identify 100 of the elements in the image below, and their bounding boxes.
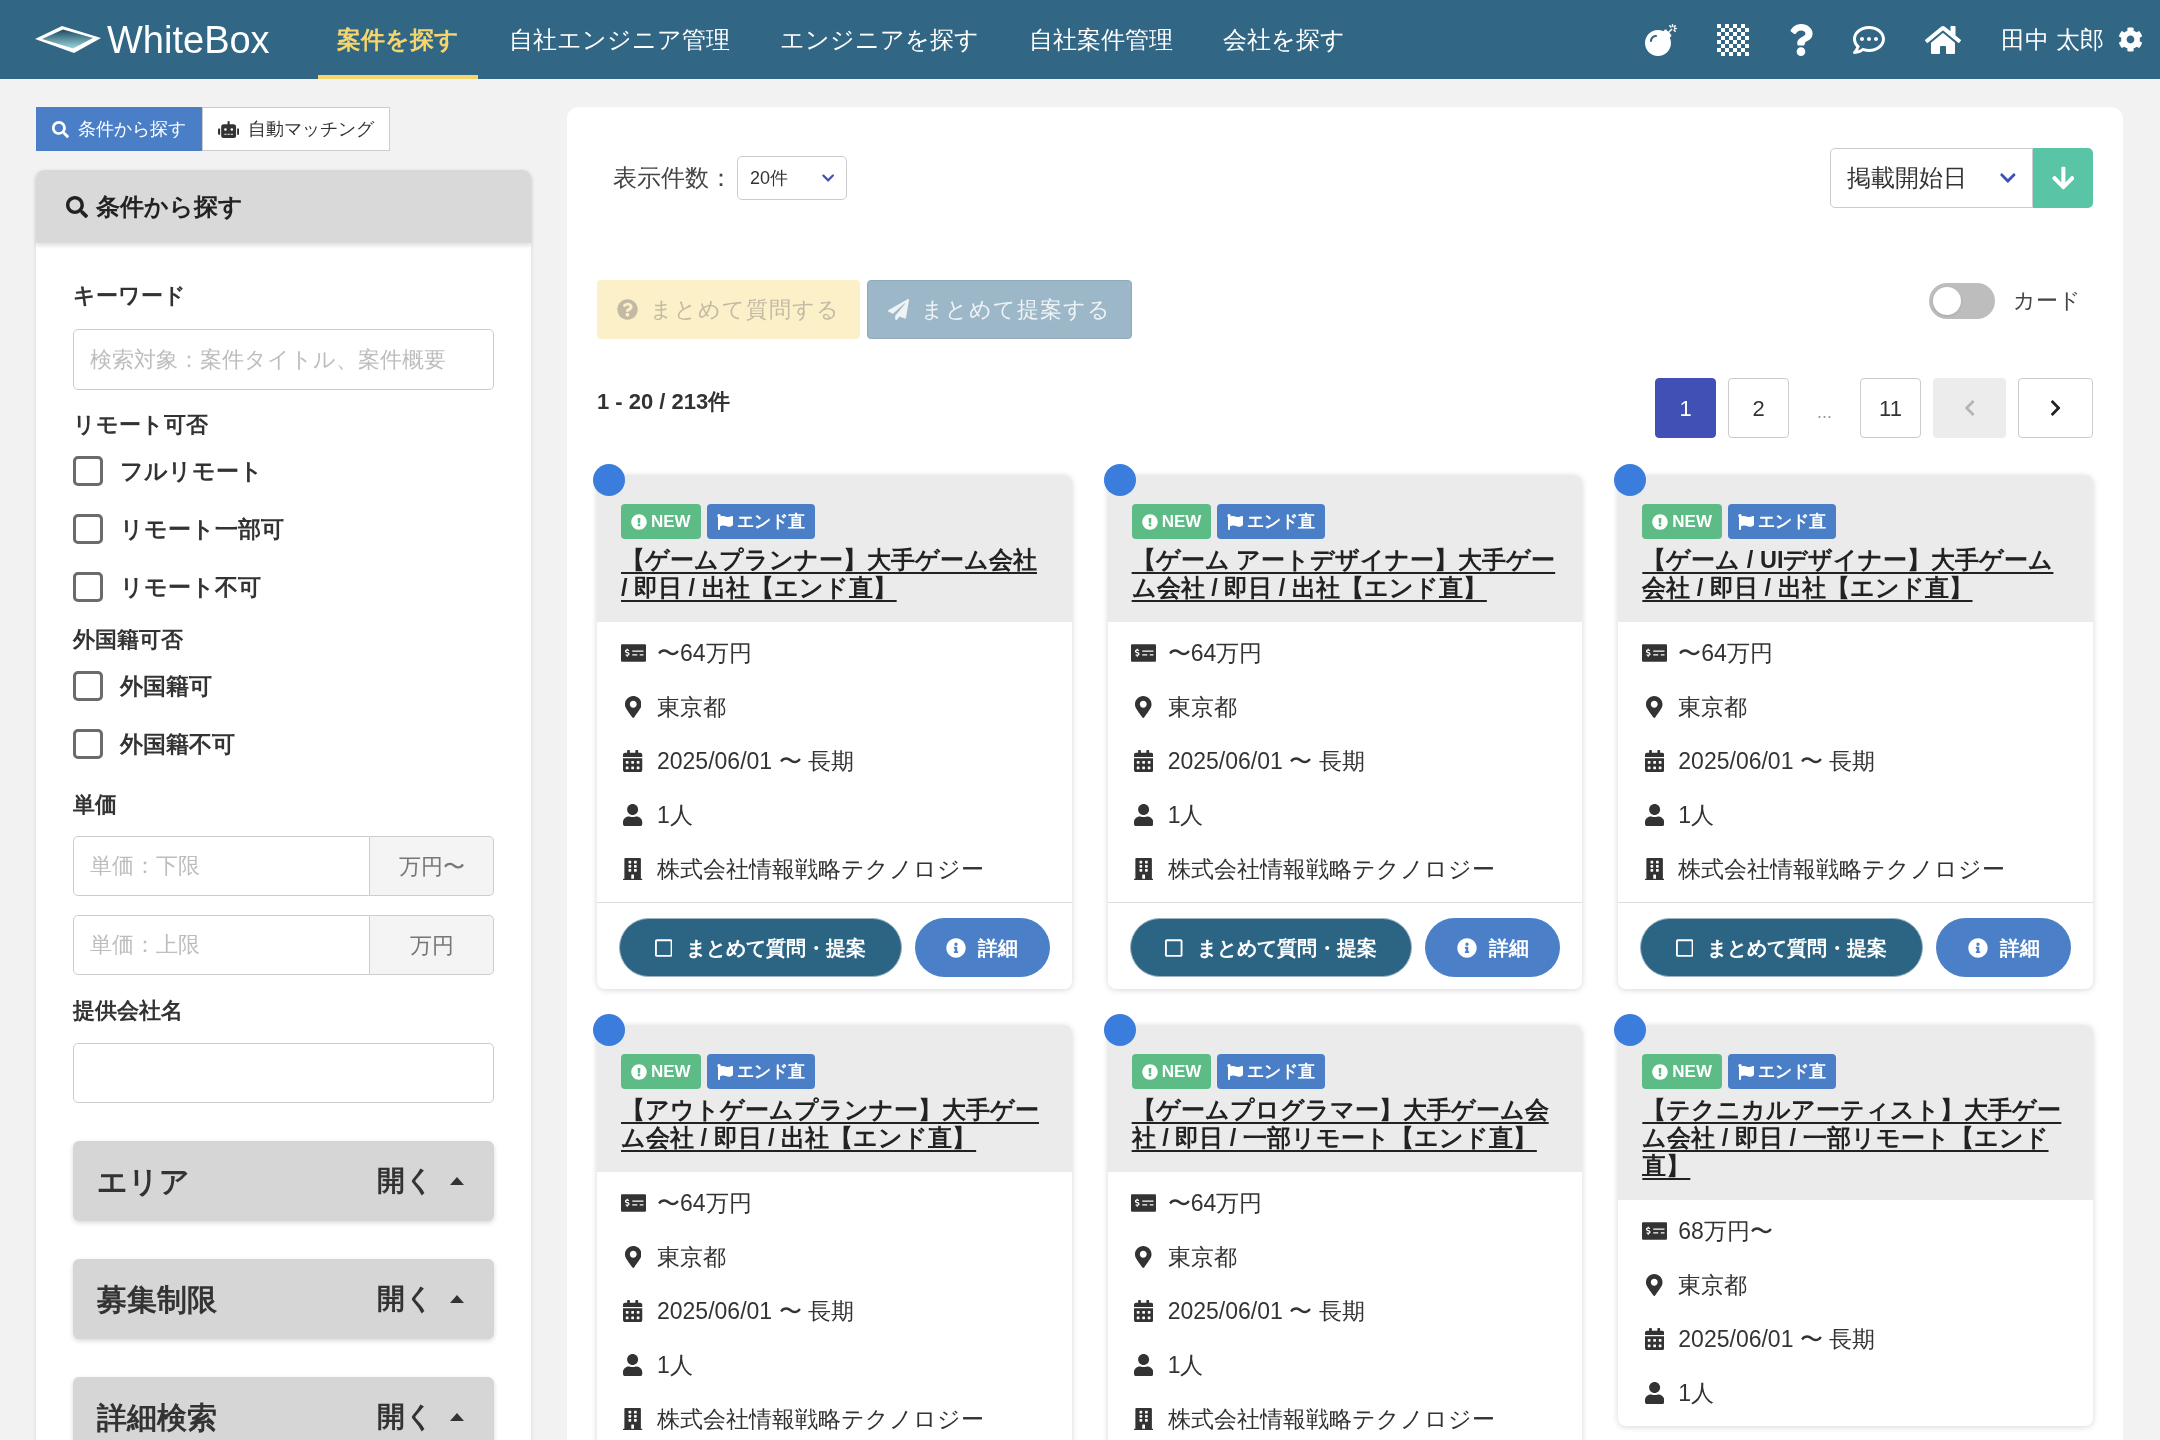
money-check-icon	[620, 643, 646, 663]
flag-icon	[1738, 513, 1754, 530]
building-icon	[623, 858, 643, 880]
page-button[interactable]: 2	[1728, 378, 1789, 438]
new-label: NEW	[1672, 510, 1712, 533]
location-text: 東京都	[657, 1242, 726, 1272]
checkbox-label: リモート一部可	[120, 514, 284, 544]
headcount-text: 1人	[657, 800, 693, 830]
checkbox-label: 外国籍可	[120, 671, 212, 701]
robot-icon	[218, 120, 240, 138]
search-mode-tab[interactable]: 条件から探す	[36, 107, 202, 151]
detail-button[interactable]: 詳細	[1425, 918, 1561, 977]
nav-tab[interactable]: 案件を探す	[317, 0, 478, 79]
field-label: 単価	[73, 791, 118, 819]
info-icon	[946, 937, 967, 958]
page-button[interactable]: 1	[1655, 378, 1716, 438]
user-name[interactable]: 田中 太郎	[2001, 21, 2104, 58]
building-icon	[623, 1408, 643, 1430]
logo-icon	[35, 26, 101, 53]
arrow-down-icon	[2051, 165, 2075, 191]
search-icon	[66, 195, 88, 218]
job-title-link[interactable]: 【アウトゲームプランナー】大手ゲーム会社 / 即日 / 出社【エンド直】	[621, 1096, 1048, 1152]
company-field[interactable]	[73, 1043, 494, 1103]
nav-tab[interactable]: エンジニアを探す	[760, 0, 998, 79]
exclamation-icon	[1141, 1063, 1158, 1080]
direct-label: エンド直	[1247, 510, 1316, 533]
direct-label: エンド直	[1247, 1060, 1316, 1083]
flag-icon	[1227, 513, 1244, 530]
nav-tab[interactable]: 自社エンジニア管理	[489, 0, 749, 79]
new-label: NEW	[651, 1060, 691, 1083]
headcount-text: 1人	[657, 1350, 693, 1380]
job-title-link[interactable]: 【ゲームプログラマー】大手ゲーム会社 / 即日 / 一部リモート【エンド直】	[1131, 1096, 1559, 1152]
location-text: 東京都	[1678, 1270, 1748, 1300]
exclamation-icon	[631, 1063, 647, 1080]
map-pin-icon	[1646, 696, 1663, 718]
exclamation-icon	[1652, 1063, 1669, 1080]
headcount-text: 1人	[1678, 1378, 1715, 1408]
headcount-text: 1人	[1167, 800, 1204, 830]
salary-text: 〜64万円	[1167, 638, 1263, 668]
section-title: 詳細検索	[97, 1399, 217, 1436]
page-button[interactable]: 11	[1860, 378, 1921, 438]
per-page-select[interactable]: 20件	[737, 156, 847, 200]
expand-toggle[interactable]: 開く	[377, 1278, 464, 1320]
direct-label: エンド直	[1758, 1060, 1826, 1083]
view-toggle[interactable]	[1929, 282, 1995, 319]
checkerboard-icon[interactable]	[1717, 23, 1750, 56]
calendar-icon	[1134, 750, 1154, 772]
direct-label: エンド直	[736, 1060, 805, 1083]
checkbox[interactable]	[73, 456, 103, 486]
chevron-right-icon	[2049, 399, 2062, 417]
new-label: NEW	[1672, 1060, 1712, 1083]
job-title-link[interactable]: 【ゲーム / UIデザイナー】大手ゲーム会社 / 即日 / 出社【エンド直】	[1642, 546, 2069, 602]
new-label: NEW	[1161, 510, 1202, 533]
exclamation-icon	[1141, 513, 1158, 530]
job-title-link[interactable]: 【テクニカルアーティスト】大手ゲーム会社 / 即日 / 一部リモート【エンド直】	[1642, 1096, 2069, 1180]
money-check-icon	[1641, 643, 1667, 663]
bulk-select-button[interactable]: まとめて質問・提案	[1640, 918, 1924, 977]
company-name: 株式会社情報戦略テクノロジー	[1167, 1404, 1495, 1434]
keyword-field[interactable]: 検索対象：案件タイトル、案件概要	[73, 329, 494, 390]
info-icon	[1456, 937, 1477, 958]
salary-text: 68万円〜	[1678, 1216, 1773, 1246]
user-icon	[1644, 1382, 1664, 1404]
job-title-link[interactable]: 【ゲームプランナー】大手ゲーム会社 / 即日 / 出社【エンド直】	[621, 546, 1048, 602]
per-page-label: 表示件数：	[613, 163, 733, 193]
checkbox[interactable]	[73, 572, 103, 602]
calendar-icon	[623, 750, 643, 772]
checkbox[interactable]	[73, 671, 103, 701]
bomb-icon[interactable]	[1645, 23, 1678, 56]
nav-tab[interactable]: 自社案件管理	[1009, 0, 1192, 79]
checkbox[interactable]	[73, 514, 103, 544]
search-mode-tab[interactable]: 自動マッチング	[202, 107, 391, 151]
caret-up-icon	[450, 1295, 464, 1303]
help-icon[interactable]	[1789, 23, 1814, 56]
chat-icon[interactable]	[1853, 23, 1886, 56]
search-icon	[52, 120, 69, 138]
user-icon	[623, 804, 643, 826]
checkbox[interactable]	[73, 729, 103, 759]
flag-icon	[1738, 1063, 1754, 1080]
detail-button[interactable]: 詳細	[914, 918, 1050, 977]
job-title-link[interactable]: 【ゲーム アートデザイナー】大手ゲーム会社 / 即日 / 出社【エンド直】	[1131, 546, 1559, 602]
expand-toggle[interactable]: 開く	[377, 1160, 464, 1202]
unit-label: 万円	[370, 915, 494, 975]
direct-label: エンド直	[736, 510, 805, 533]
bulk-select-button[interactable]: まとめて質問・提案	[1129, 918, 1413, 977]
building-icon	[1644, 858, 1664, 880]
home-icon[interactable]	[1925, 23, 1962, 56]
settings-icon[interactable]	[2118, 27, 2143, 52]
toggle-label: カード	[2013, 287, 2081, 315]
bulk-select-button[interactable]: まとめて質問・提案	[619, 918, 902, 977]
nav-tab[interactable]: 会社を探す	[1203, 0, 1364, 79]
calendar-icon	[1644, 1328, 1664, 1350]
section-title: エリア	[97, 1163, 190, 1200]
detail-button[interactable]: 詳細	[1936, 918, 2071, 977]
price-field[interactable]: 単価：上限	[73, 915, 370, 975]
period-text: 2025/06/01 〜 長期	[657, 1296, 854, 1326]
expand-toggle[interactable]: 開く	[377, 1396, 464, 1438]
sort-select[interactable]: 掲載開始日	[1830, 148, 2033, 208]
checkbox-label: 外国籍不可	[120, 729, 235, 759]
pagination-ellipsis: ...	[1816, 400, 1833, 424]
price-field[interactable]: 単価：下限	[73, 836, 370, 896]
